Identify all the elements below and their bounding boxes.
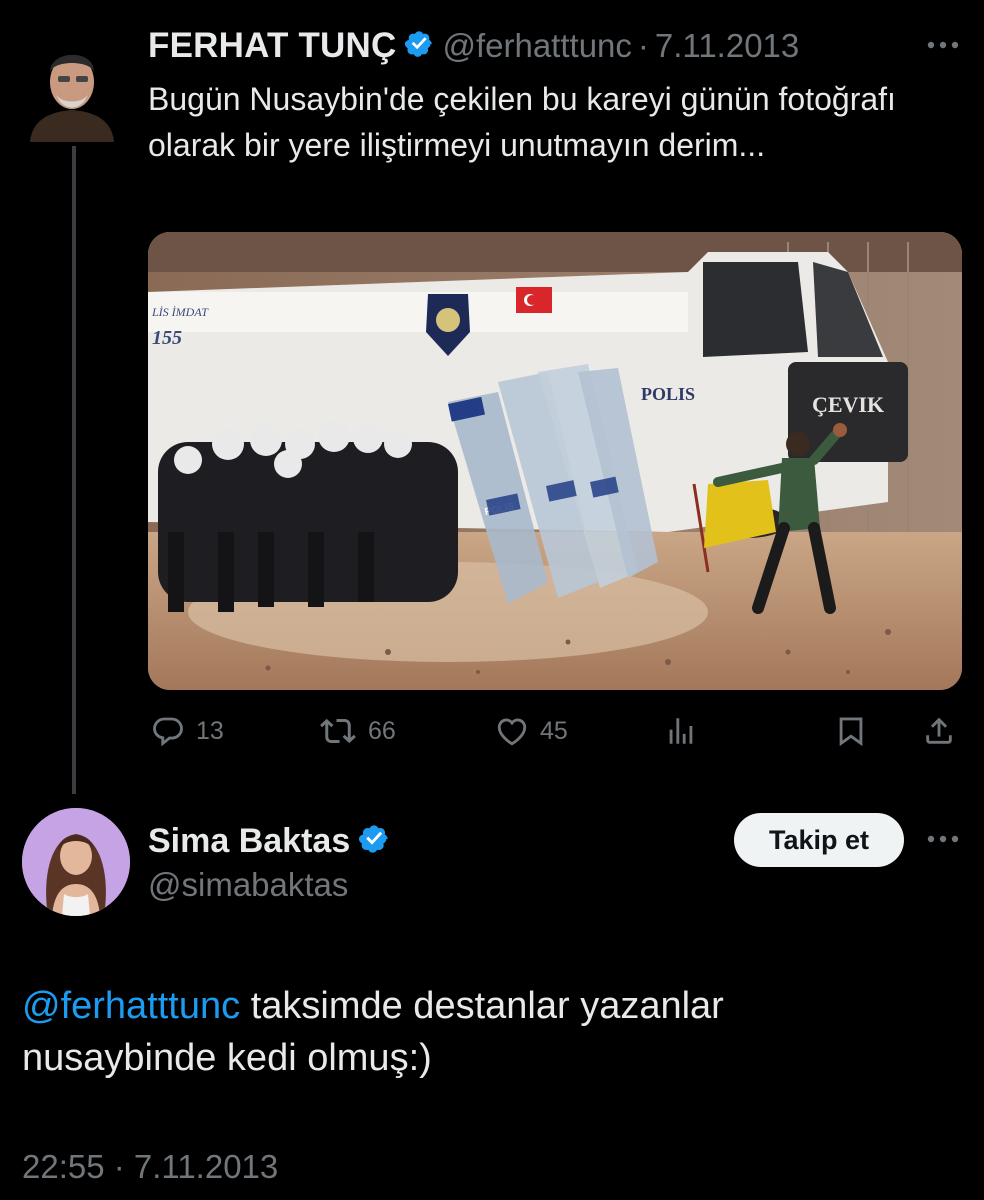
author-handle[interactable]: @ferhatttunc: [442, 27, 631, 65]
more-icon[interactable]: [925, 832, 961, 846]
author-handle[interactable]: @simabaktas: [148, 866, 348, 904]
views-button[interactable]: [664, 708, 698, 754]
avatar[interactable]: [26, 30, 118, 142]
share-button[interactable]: [922, 708, 956, 754]
share-icon: [926, 717, 952, 744]
views-icon: [669, 718, 693, 744]
reply-header: Sima Baktas: [148, 818, 390, 864]
retweet-icon: [320, 718, 356, 744]
retweet-button[interactable]: 66: [318, 708, 396, 754]
bookmark-button[interactable]: [834, 708, 868, 754]
tweet-header: FERHAT TUNÇ @ferhatttunc · 7.11.2013: [148, 22, 799, 70]
mention-link[interactable]: @ferhatttunc: [22, 985, 240, 1027]
avatar[interactable]: [22, 808, 130, 916]
follow-button[interactable]: Takip et: [734, 813, 904, 867]
tweet-date[interactable]: 7.11.2013: [655, 27, 799, 65]
tweet-text: Bugün Nusaybin'de çekilen bu kareyi günü…: [148, 81, 896, 163]
photo-text-cevik: ÇEVIK: [812, 392, 884, 417]
more-icon[interactable]: [925, 38, 961, 52]
like-count: 45: [540, 716, 568, 745]
tweet-timestamp[interactable]: 22:55 · 7.11.2013: [22, 1148, 278, 1186]
reply-count: 13: [196, 716, 224, 745]
photo-text-polis: POLIS: [641, 384, 695, 404]
author-name[interactable]: FERHAT TUNÇ: [148, 26, 396, 66]
reply-icon: [153, 717, 183, 747]
thread-connector-line: [72, 146, 76, 794]
reply-button[interactable]: 13: [150, 708, 224, 754]
tweet-photo[interactable]: ÇEVIK LİS İMDAT 155 POLIS: [148, 232, 962, 690]
photo-text-imdat: LİS İMDAT: [151, 305, 209, 319]
like-button[interactable]: 45: [494, 708, 568, 754]
bookmark-icon: [839, 717, 863, 747]
reply-text: @ferhatttunc taksimde destanlar yazanlar…: [22, 980, 922, 1084]
author-name[interactable]: Sima Baktas: [148, 822, 350, 861]
like-icon: [497, 718, 527, 746]
verified-badge-icon: [358, 823, 390, 860]
retweet-count: 66: [368, 716, 396, 745]
verified-badge-icon: [404, 29, 434, 64]
separator-dot: ·: [637, 27, 649, 64]
photo-text-155: 155: [152, 327, 182, 349]
